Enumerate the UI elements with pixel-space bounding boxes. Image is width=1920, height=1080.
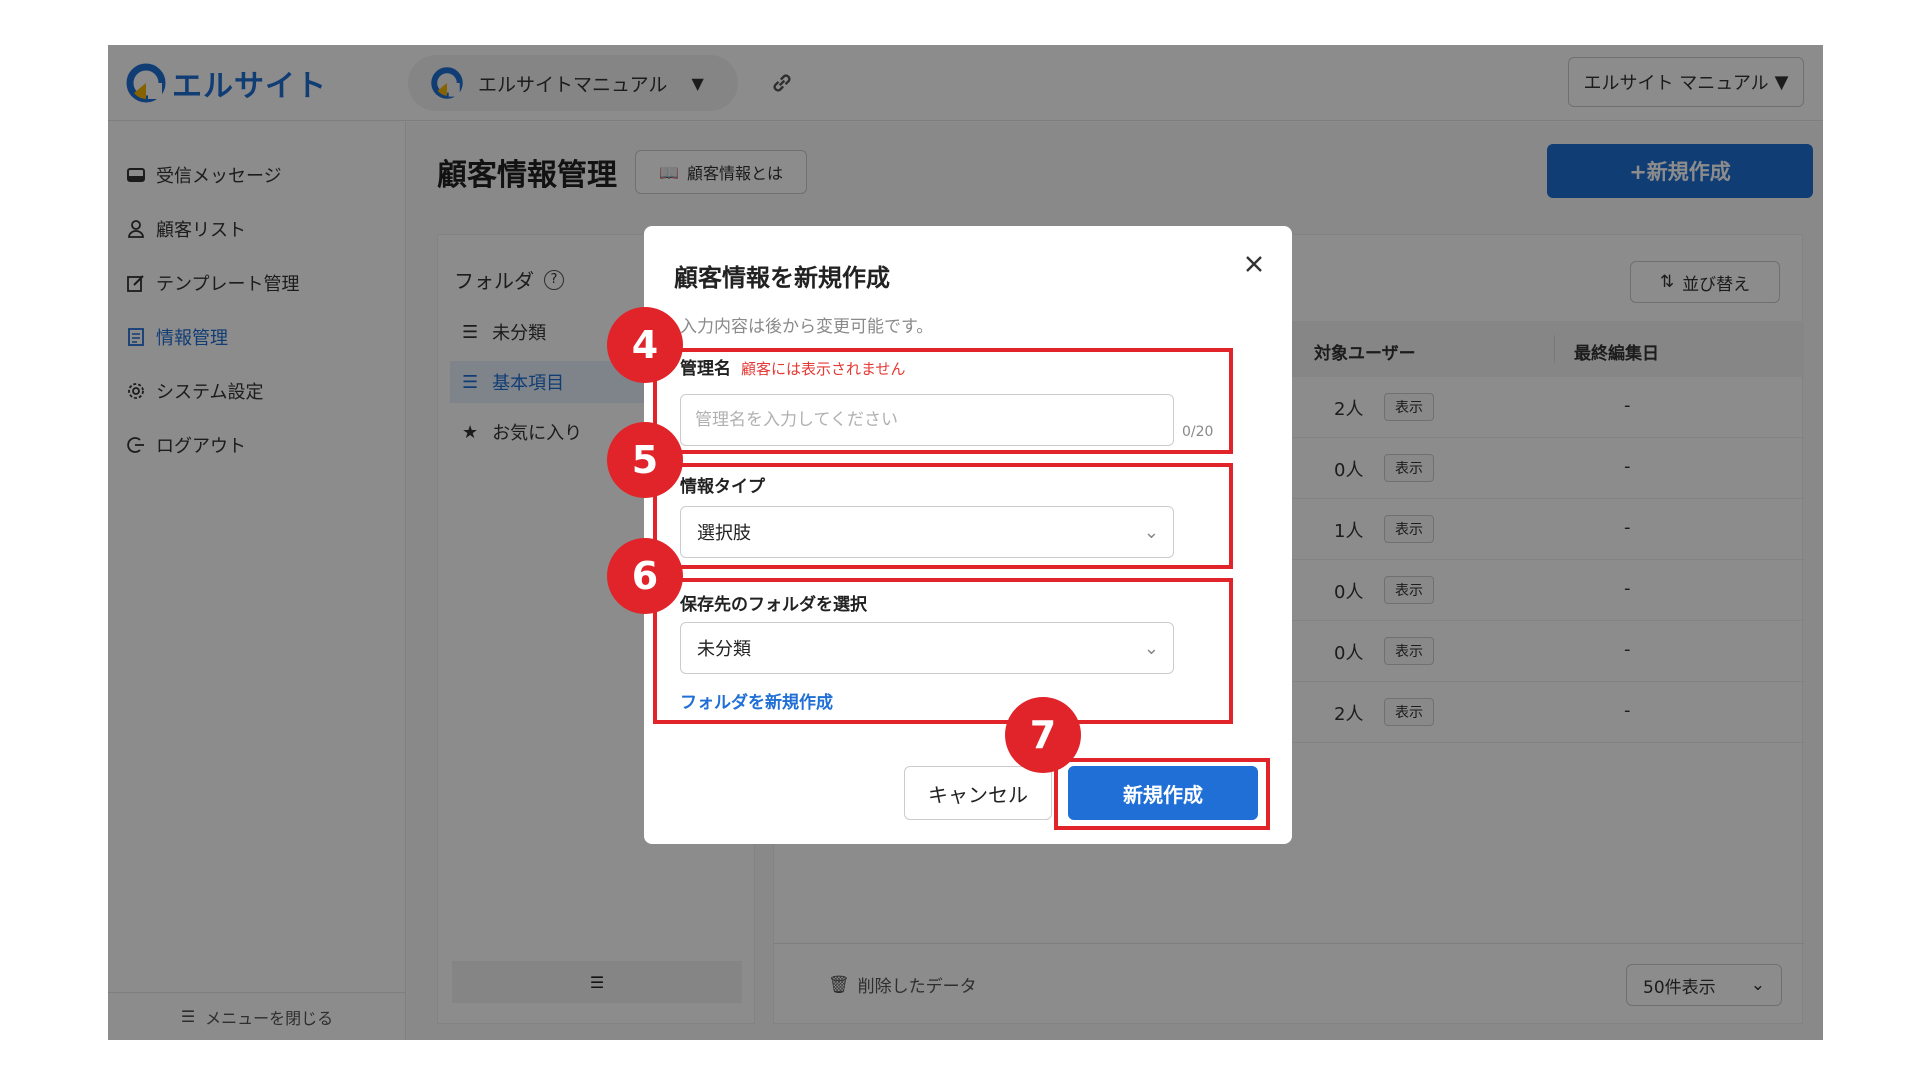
modal-subtitle: 入力内容は後から変更可能です。	[680, 317, 934, 337]
app-window: エルサイト エルサイトマニュアル ▼ エルサイト マニュアル ▼ 受信メッセージ	[108, 45, 1823, 1040]
modal-title: 顧客情報を新規作成	[674, 264, 890, 292]
callout-badge-4: 4	[607, 307, 683, 383]
callout-highlight-folder	[653, 578, 1233, 724]
close-icon[interactable]	[1242, 252, 1266, 276]
callout-badge-6: 6	[607, 538, 683, 614]
callout-highlight-type	[653, 463, 1233, 569]
callout-highlight-name	[653, 348, 1233, 454]
callout-badge-5: 5	[607, 422, 683, 498]
cancel-button[interactable]: キャンセル	[904, 766, 1052, 820]
callout-badge-7: 7	[1005, 697, 1081, 773]
callout-highlight-submit	[1054, 758, 1270, 830]
